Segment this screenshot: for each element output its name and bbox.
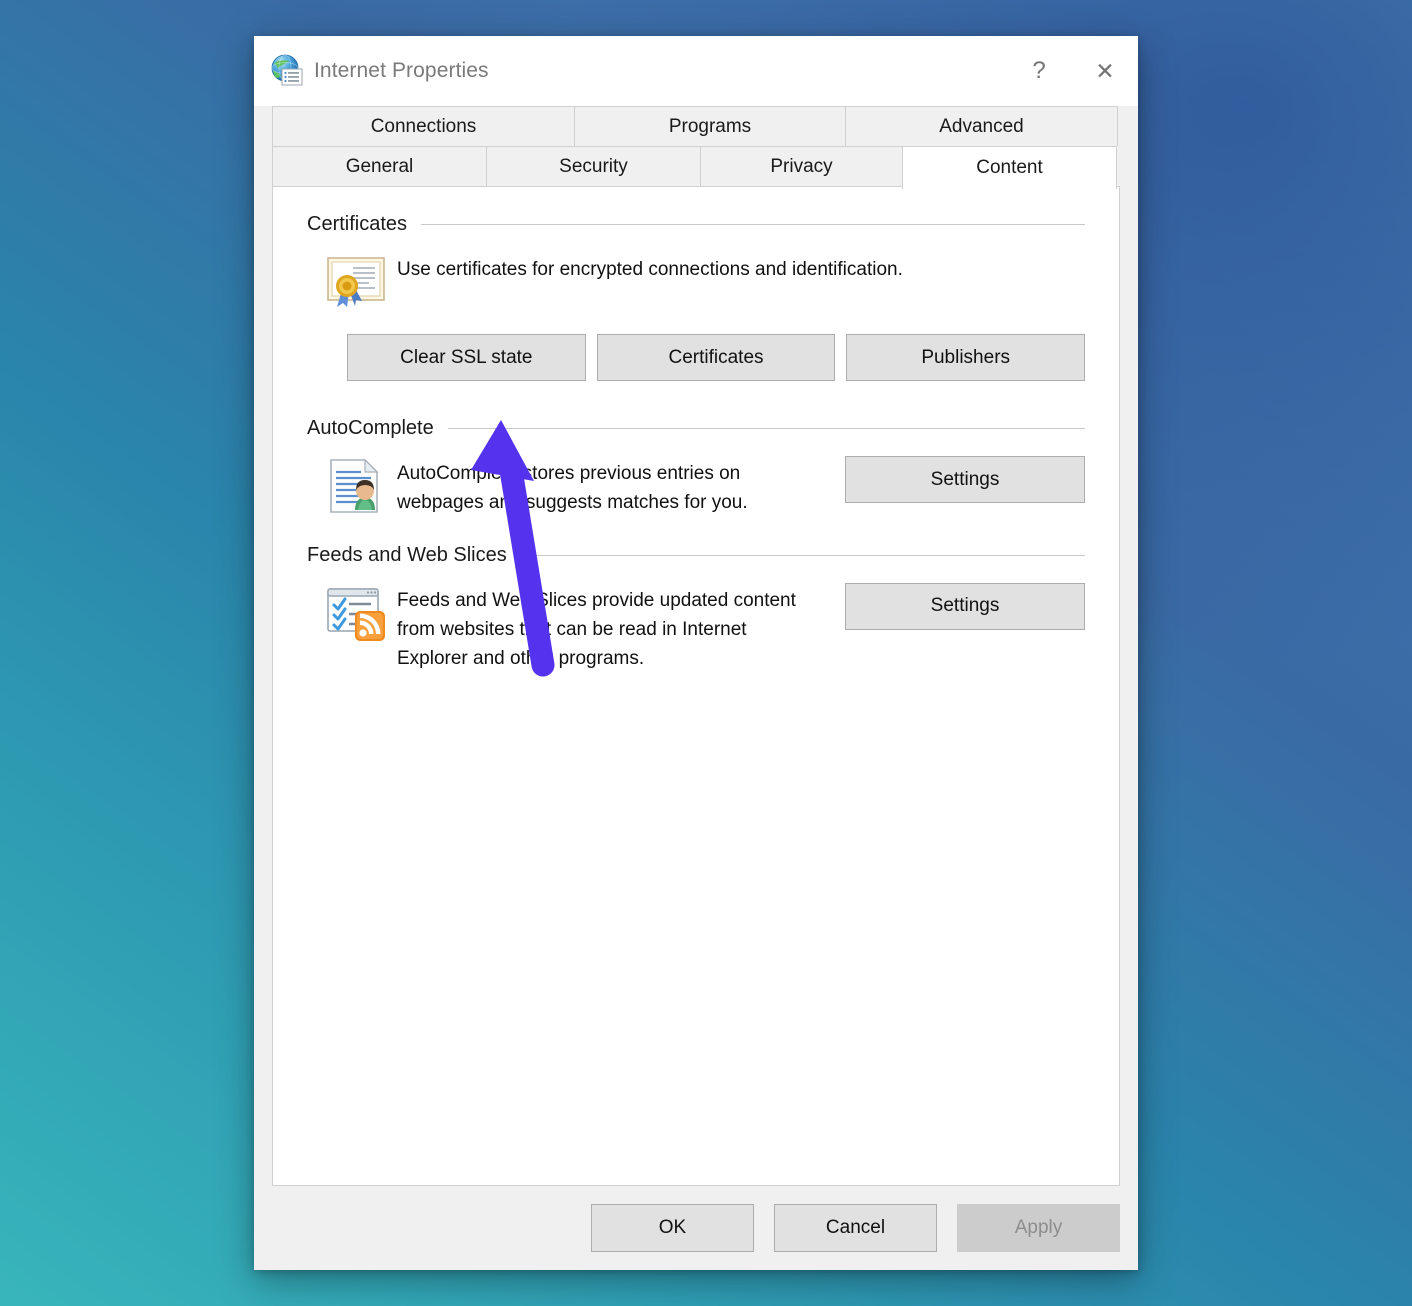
- certificates-body: Use certificates for encrypted connectio…: [307, 252, 1085, 310]
- dialog-footer: OK Cancel Apply: [254, 1186, 1138, 1270]
- tab-connections[interactable]: Connections: [272, 106, 575, 146]
- internet-properties-dialog: Internet Properties ? ✕ Connections Prog…: [254, 36, 1138, 1270]
- autocomplete-icon: [325, 456, 397, 516]
- ok-button[interactable]: OK: [591, 1204, 754, 1252]
- tab-strip: Connections Programs Advanced General Se…: [254, 106, 1138, 186]
- apply-button: Apply: [957, 1204, 1120, 1252]
- close-icon[interactable]: ✕: [1072, 36, 1138, 106]
- autocomplete-group-header: AutoComplete: [307, 417, 1085, 440]
- autocomplete-settings-wrap: Settings: [845, 456, 1085, 503]
- title-bar-controls: ? ✕: [1006, 36, 1138, 106]
- tab-programs[interactable]: Programs: [574, 106, 846, 146]
- certificates-buttons: Clear SSL state Certificates Publishers: [307, 334, 1085, 381]
- feeds-settings-wrap: Settings: [845, 583, 1085, 630]
- tab-privacy[interactable]: Privacy: [700, 146, 903, 186]
- group-divider: [521, 555, 1085, 556]
- tab-row-bottom: General Security Privacy Content: [272, 146, 1120, 186]
- content-panel: Certificates: [272, 186, 1120, 1186]
- tab-content[interactable]: Content: [902, 146, 1117, 189]
- feeds-settings-button[interactable]: Settings: [845, 583, 1085, 630]
- group-divider: [421, 224, 1085, 225]
- certificates-title: Certificates: [307, 213, 407, 236]
- feeds-body: Feeds and Web Slices provide updated con…: [307, 583, 1085, 674]
- autocomplete-group: AutoComplete: [307, 417, 1085, 518]
- autocomplete-body: AutoComplete stores previous entries on …: [307, 456, 1085, 518]
- group-divider: [448, 428, 1085, 429]
- certificates-group-header: Certificates: [307, 213, 1085, 236]
- tab-security[interactable]: Security: [486, 146, 701, 186]
- title-bar: Internet Properties ? ✕: [254, 36, 1138, 106]
- feeds-description: Feeds and Web Slices provide updated con…: [397, 583, 817, 674]
- certificates-description: Use certificates for encrypted connectio…: [397, 252, 1037, 285]
- feeds-icon: [325, 583, 397, 643]
- certificates-button[interactable]: Certificates: [597, 334, 836, 381]
- certificates-group: Certificates: [307, 213, 1085, 381]
- feeds-group: Feeds and Web Slices: [307, 544, 1085, 674]
- certificate-icon: [325, 252, 397, 310]
- help-icon[interactable]: ?: [1006, 36, 1072, 106]
- cancel-button[interactable]: Cancel: [774, 1204, 937, 1252]
- autocomplete-title: AutoComplete: [307, 417, 434, 440]
- autocomplete-description: AutoComplete stores previous entries on …: [397, 456, 817, 518]
- feeds-group-header: Feeds and Web Slices: [307, 544, 1085, 567]
- tab-advanced[interactable]: Advanced: [845, 106, 1118, 146]
- window-title: Internet Properties: [314, 59, 489, 83]
- autocomplete-settings-button[interactable]: Settings: [845, 456, 1085, 503]
- tab-general[interactable]: General: [272, 146, 487, 186]
- feeds-title: Feeds and Web Slices: [307, 544, 507, 567]
- internet-properties-icon: [270, 54, 304, 88]
- publishers-button[interactable]: Publishers: [846, 334, 1085, 381]
- clear-ssl-state-button[interactable]: Clear SSL state: [347, 334, 586, 381]
- tab-row-top: Connections Programs Advanced: [272, 106, 1120, 146]
